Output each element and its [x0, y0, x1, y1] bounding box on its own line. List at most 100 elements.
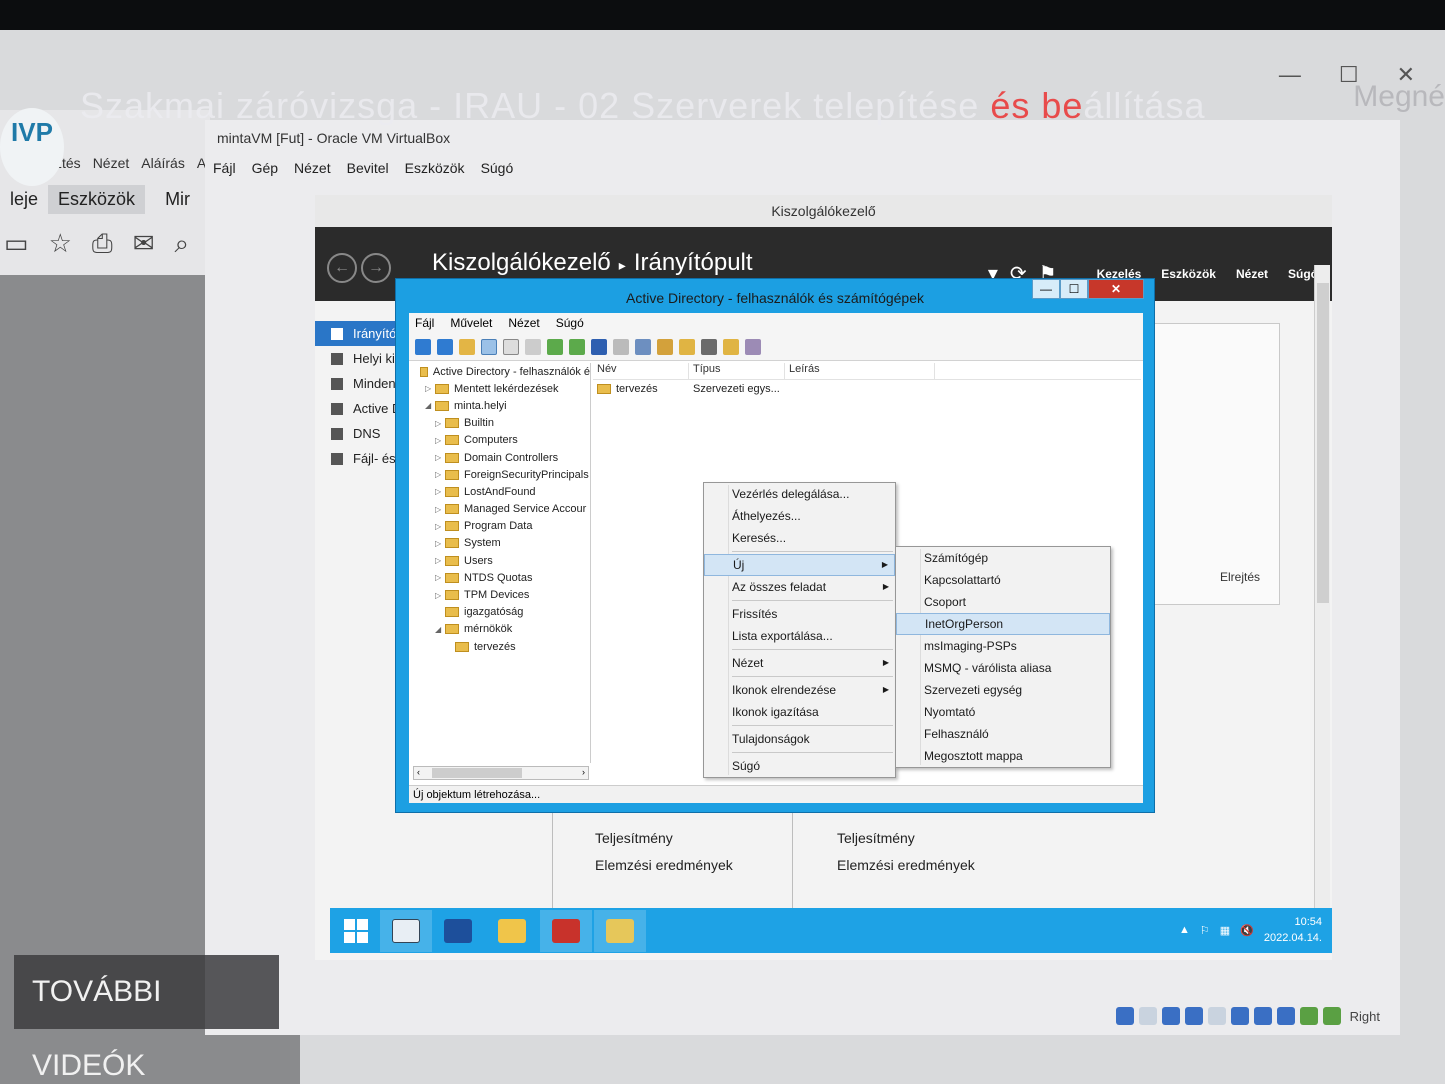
back-icon[interactable]: ←: [327, 253, 357, 283]
recording-icon[interactable]: [1253, 1007, 1272, 1025]
pdf-tab-tools[interactable]: Eszközök: [48, 185, 146, 214]
tree-item[interactable]: ◢ mérnökök: [411, 621, 590, 638]
submenu-item[interactable]: Nyomtató: [896, 701, 1110, 723]
tree-item[interactable]: Active Directory - felhasználók é: [411, 363, 590, 380]
optical-drive-icon[interactable]: [1138, 1007, 1157, 1025]
host-key-icon[interactable]: [1322, 1007, 1341, 1025]
forward-arrow-icon[interactable]: [437, 338, 453, 355]
help-icon[interactable]: [591, 338, 607, 355]
up-folder-icon[interactable]: [459, 338, 475, 355]
flag-tray-icon[interactable]: ⚐: [1200, 924, 1210, 937]
scroll-left-icon[interactable]: ‹: [417, 767, 420, 777]
context-menu-item[interactable]: Súgó: [704, 755, 895, 777]
volume-muted-icon[interactable]: 🔇: [1240, 924, 1254, 937]
submenu-item[interactable]: Kapcsolattartó: [896, 569, 1110, 591]
expand-arrow-icon[interactable]: ◢: [425, 401, 435, 410]
vbox-menu-input[interactable]: Bevitel: [347, 160, 389, 176]
tree-item[interactable]: ▷ NTDS Quotas: [411, 569, 590, 586]
ad-menu-file[interactable]: Fájl: [415, 316, 434, 330]
pdf-menu-item[interactable]: Aláírás: [141, 155, 185, 171]
context-menu-item[interactable]: Az összes feladat ▶: [704, 576, 895, 598]
tile-bpa-results[interactable]: Elemzési eredmények: [837, 857, 975, 873]
forward-icon[interactable]: →: [361, 253, 391, 283]
column-name[interactable]: Név: [593, 363, 689, 379]
column-description[interactable]: Leírás: [785, 363, 935, 379]
tree-item[interactable]: ▷ TPM Devices: [411, 586, 590, 603]
vbox-menu-view[interactable]: Nézet: [294, 160, 331, 176]
tray-expand-icon[interactable]: ▲: [1179, 924, 1190, 936]
start-button[interactable]: [330, 910, 382, 952]
minimize-button[interactable]: —: [1032, 279, 1060, 299]
mail-icon[interactable]: ✉: [133, 228, 155, 260]
expand-arrow-icon[interactable]: ▷: [435, 487, 445, 496]
list-item[interactable]: tervezés Szervezeti egys...: [593, 380, 1141, 398]
taskbar-file-explorer[interactable]: [486, 910, 538, 952]
back-arrow-icon[interactable]: [415, 338, 431, 355]
expand-arrow-icon[interactable]: ▷: [435, 453, 445, 462]
tree-item[interactable]: ▷ Program Data: [411, 518, 590, 535]
taskbar-toolbox[interactable]: [540, 910, 592, 952]
tree-item[interactable]: tervezés: [411, 638, 590, 655]
expand-arrow-icon[interactable]: ▷: [435, 505, 445, 514]
display-icon[interactable]: [1230, 1007, 1249, 1025]
context-menu-item[interactable]: Vezérlés delegálása...: [704, 483, 895, 505]
expand-arrow-icon[interactable]: ▷: [435, 522, 445, 531]
shared-folder-icon[interactable]: [1207, 1007, 1226, 1025]
scrollbar-thumb[interactable]: [1317, 283, 1329, 603]
ad-menu-view[interactable]: Nézet: [508, 316, 539, 330]
save-icon[interactable]: ▭: [4, 228, 29, 260]
submenu-item[interactable]: MSMQ - várólista aliasa: [896, 657, 1110, 679]
context-menu-item[interactable]: Áthelyezés...: [704, 505, 895, 527]
tile-bpa-results[interactable]: Elemzési eredmények: [595, 857, 733, 873]
tree-item[interactable]: ◢ minta.helyi: [411, 397, 590, 414]
context-menu-item[interactable]: Keresés...: [704, 527, 895, 549]
context-menu-item[interactable]: Lista exportálása...: [704, 625, 895, 647]
scroll-right-icon[interactable]: ›: [582, 767, 585, 777]
scrollbar-thumb[interactable]: [432, 768, 522, 778]
storage-icon[interactable]: [1115, 1007, 1134, 1025]
menu-view[interactable]: Nézet: [1236, 267, 1268, 281]
network-icon[interactable]: [1161, 1007, 1180, 1025]
cpu-icon[interactable]: [1276, 1007, 1295, 1025]
expand-arrow-icon[interactable]: ▷: [435, 419, 445, 428]
expand-arrow-icon[interactable]: ▷: [435, 573, 445, 582]
taskbar-powershell[interactable]: [432, 910, 484, 952]
submenu-item[interactable]: Számítógép: [896, 547, 1110, 569]
context-menu-item[interactable]: Tulajdonságok: [704, 728, 895, 750]
mmc-icon[interactable]: [613, 338, 629, 355]
vbox-menu-help[interactable]: Súgó: [481, 160, 514, 176]
new-user-icon[interactable]: [635, 338, 651, 355]
pdf-menu-item[interactable]: Nézet: [93, 155, 130, 171]
maximize-button[interactable]: ☐: [1060, 279, 1088, 299]
taskbar-ad-users[interactable]: [594, 910, 646, 952]
pdf-tab[interactable]: Mir: [155, 185, 200, 214]
sidebar-item-local-server[interactable]: Helyi ki: [315, 346, 405, 371]
show-tree-icon[interactable]: [481, 338, 497, 355]
star-icon[interactable]: ☆: [49, 228, 72, 260]
vbox-menu-tools[interactable]: Eszközök: [405, 160, 465, 176]
expand-arrow-icon[interactable]: ▷: [435, 436, 445, 445]
submenu-item[interactable]: Csoport: [896, 591, 1110, 613]
context-menu-item[interactable]: Nézet ▶: [704, 652, 895, 674]
sidebar-item-file-services[interactable]: Fájl- és: [315, 446, 405, 471]
network-tray-icon[interactable]: ▦: [1220, 924, 1230, 937]
submenu-item[interactable]: Felhasználó: [896, 723, 1110, 745]
zoom-icon[interactable]: ⌕: [175, 228, 190, 260]
sidebar-item-dns[interactable]: DNS: [315, 421, 405, 446]
add-to-group-icon[interactable]: [745, 338, 761, 355]
sidebar-item-dashboard[interactable]: Irányító: [315, 321, 405, 346]
tree-item[interactable]: ▷ Computers: [411, 432, 590, 449]
delete-icon[interactable]: [503, 338, 519, 355]
tile-performance[interactable]: Teljesítmény: [837, 830, 915, 846]
hide-link[interactable]: Elrejtés: [1220, 570, 1260, 584]
expand-arrow-icon[interactable]: ▷: [435, 539, 445, 548]
tree-item[interactable]: ▷ Mentett lekérdezések: [411, 380, 590, 397]
usb-icon[interactable]: [1184, 1007, 1203, 1025]
vbox-menu-file[interactable]: Fájl: [213, 160, 236, 176]
expand-arrow-icon[interactable]: ◢: [435, 625, 445, 634]
export-icon[interactable]: [569, 338, 585, 355]
tree-item[interactable]: ▷ Builtin: [411, 415, 590, 432]
vbox-menu-machine[interactable]: Gép: [252, 160, 278, 176]
pdf-tab[interactable]: leje: [0, 185, 48, 214]
clock[interactable]: 10:54 2022.04.14.: [1264, 914, 1322, 946]
